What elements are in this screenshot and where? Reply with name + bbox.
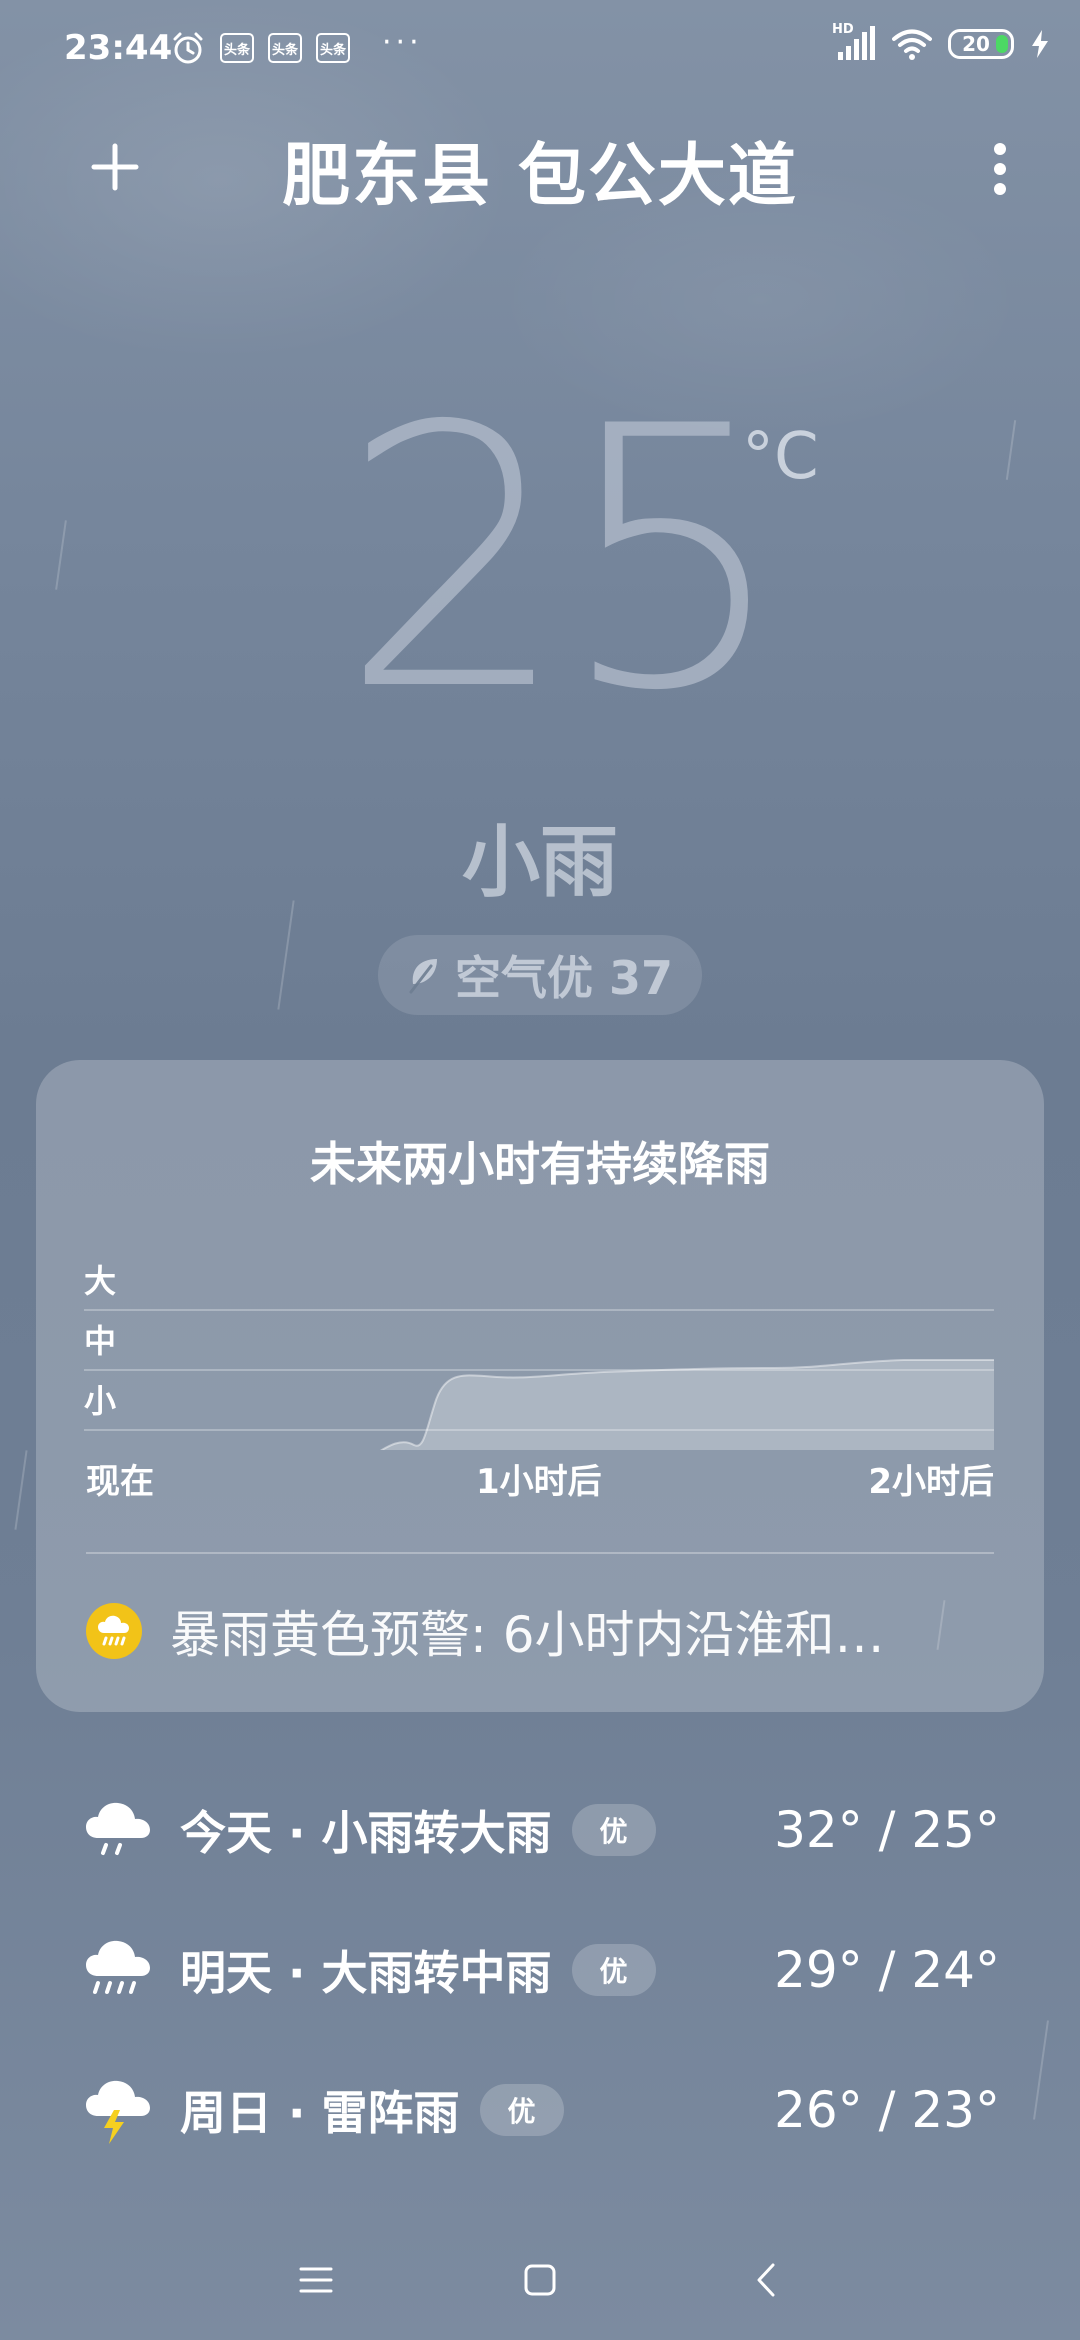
- forecast-temperature: 29° / 24°: [774, 1941, 1000, 1999]
- chart-ylabel-light: 小: [84, 1382, 117, 1420]
- home-square-icon: [524, 2264, 556, 2296]
- menu-icon: [299, 2267, 333, 2293]
- precipitation-area: [381, 1360, 994, 1450]
- aqi-badge: 优: [571, 1804, 656, 1856]
- rain-streak: [55, 520, 67, 590]
- heavy-rain-icon: [86, 1940, 150, 1994]
- alert-text: 暴雨黄色预警: 6小时内沿淮和…: [170, 1606, 885, 1664]
- card-divider: [86, 1552, 994, 1554]
- aqi-badge: 优: [571, 1944, 656, 1996]
- signal-bars-icon: [838, 26, 875, 60]
- toutiao-notification-icon: 头条: [316, 33, 350, 63]
- back-button[interactable]: [736, 2250, 796, 2310]
- thunderstorm-icon: [86, 2080, 150, 2144]
- location-title[interactable]: 肥东县 包公大道: [200, 120, 880, 219]
- temperature-unit: °C: [742, 420, 819, 494]
- current-temperature: 25: [340, 350, 788, 769]
- status-system-icons: HD 20: [832, 22, 1050, 62]
- forecast-label: 周日 · 雷阵雨: [180, 2086, 460, 2140]
- rain-streak: [1033, 2020, 1049, 2120]
- navigation-bar: [0, 2220, 1080, 2330]
- chart-ylabel-heavy: 大: [84, 1262, 117, 1300]
- home-button[interactable]: [510, 2250, 570, 2310]
- battery-level: 20: [962, 32, 990, 56]
- alarm-icon: [173, 32, 203, 64]
- light-rain-icon: [86, 1802, 150, 1855]
- status-bar: 23:44 头条 头条 头条 ··· HD 20: [0, 0, 1080, 96]
- forecast-row-sunday[interactable]: 周日 · 雷阵雨 优 26° / 23°: [80, 2060, 1000, 2160]
- forecast-label: 今天 · 小雨转大雨: [180, 1806, 552, 1860]
- more-notifications-icon: ···: [382, 25, 423, 60]
- current-condition: 小雨: [461, 818, 618, 908]
- menu-button[interactable]: [286, 2250, 346, 2310]
- plus-icon: [91, 143, 139, 191]
- top-bar: 肥东县 包公大道: [0, 110, 1080, 220]
- chart-xlabel-1h: 1小时后: [476, 1462, 602, 1502]
- forecast-temperature: 32° / 25°: [774, 1801, 1000, 1859]
- rain-streak: [14, 1450, 28, 1530]
- air-quality-text: 空气优 37: [454, 951, 674, 1005]
- chart-ylabel-moderate: 中: [84, 1322, 117, 1360]
- rain-warning-icon: [86, 1603, 142, 1659]
- wifi-icon: [892, 29, 932, 60]
- precipitation-chart: [84, 1309, 994, 1450]
- charging-icon: [1032, 30, 1048, 58]
- forecast-label: 明天 · 大雨转中雨: [180, 1946, 552, 2000]
- more-options-button[interactable]: [970, 134, 1030, 204]
- forecast-row-today[interactable]: 今天 · 小雨转大雨 优 32° / 25°: [80, 1780, 1000, 1880]
- air-quality-pill[interactable]: 空气优 37: [378, 935, 702, 1015]
- chart-xlabel-now: 现在: [86, 1462, 154, 1502]
- aqi-badge: 优: [479, 2084, 564, 2136]
- leaf-icon: [409, 959, 437, 994]
- add-city-button[interactable]: [80, 132, 150, 202]
- rain-streak: [277, 900, 295, 1010]
- toutiao-notification-icon: 头条: [268, 33, 302, 63]
- forecast-row-tomorrow[interactable]: 明天 · 大雨转中雨 优 29° / 24°: [80, 1920, 1000, 2020]
- back-chevron-icon: [757, 2263, 775, 2297]
- vertical-dots-icon: [994, 143, 1006, 195]
- status-time: 23:44: [64, 28, 173, 68]
- battery-icon: 20: [948, 29, 1014, 59]
- toutiao-notification-icon: 头条: [220, 33, 254, 63]
- rain-card-title: 未来两小时有持续降雨: [310, 1137, 770, 1191]
- rain-streak: [1005, 420, 1017, 480]
- status-notification-icons: 头条 头条 头条 ···: [170, 25, 423, 66]
- forecast-temperature: 26° / 23°: [774, 2081, 1000, 2139]
- signal-icon: HD: [832, 22, 876, 62]
- weather-alert[interactable]: 暴雨黄色预警: 6小时内沿淮和…: [86, 1595, 994, 1667]
- rain-forecast-card[interactable]: 未来两小时有持续降雨 大 中 小 现在 1小时后 2小时后 暴雨黄色预警: 6小…: [36, 1060, 1044, 1712]
- chart-xlabel-2h: 2小时后: [868, 1462, 994, 1502]
